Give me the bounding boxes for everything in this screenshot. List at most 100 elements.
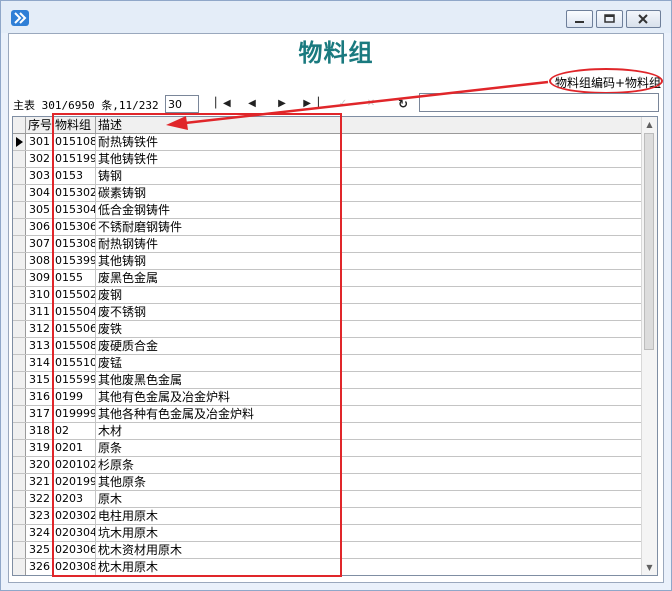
code-cell[interactable]: 015199 — [53, 151, 96, 167]
row-indicator[interactable] — [13, 253, 26, 269]
table-row[interactable]: 317 019999 其他各种有色金属及冶金炉料 — [13, 406, 643, 423]
row-indicator[interactable] — [13, 559, 26, 575]
code-cell[interactable]: 015302 — [53, 185, 96, 201]
row-indicator[interactable] — [13, 372, 26, 388]
desc-cell[interactable]: 耐热钢铸件 — [96, 236, 341, 252]
column-header-code[interactable]: 物料组 — [53, 117, 96, 133]
table-row[interactable]: 309 0155 废黑色金属 — [13, 270, 643, 287]
cancel-edit-button[interactable]: ✕ — [363, 97, 379, 111]
desc-cell[interactable]: 原木 — [96, 491, 341, 507]
desc-cell[interactable]: 木材 — [96, 423, 341, 439]
code-cell[interactable]: 020302 — [53, 508, 96, 524]
column-header-desc[interactable]: 描述 — [96, 117, 341, 133]
table-row[interactable]: 316 0199 其他有色金属及冶金炉料 — [13, 389, 643, 406]
desc-cell[interactable]: 废不锈钢 — [96, 304, 341, 320]
table-row[interactable]: 301 015108 耐热铸铁件 — [13, 134, 643, 151]
desc-cell[interactable]: 铸钢 — [96, 168, 341, 184]
vertical-scrollbar[interactable]: ▲ ▼ — [641, 117, 657, 575]
desc-cell[interactable]: 废硬质合金 — [96, 338, 341, 354]
seq-cell[interactable]: 302 — [26, 151, 53, 167]
code-cell[interactable]: 015502 — [53, 287, 96, 303]
scroll-up-button[interactable]: ▲ — [642, 117, 657, 132]
code-cell[interactable]: 020308 — [53, 559, 96, 575]
first-record-button[interactable]: ▏◀ — [215, 97, 231, 111]
desc-cell[interactable]: 废铁 — [96, 321, 341, 337]
table-row[interactable]: 323 020302 电柱用原木 — [13, 508, 643, 525]
seq-cell[interactable]: 323 — [26, 508, 53, 524]
code-cell[interactable]: 0153 — [53, 168, 96, 184]
code-cell[interactable]: 015506 — [53, 321, 96, 337]
code-cell[interactable]: 015108 — [53, 134, 96, 150]
seq-cell[interactable]: 317 — [26, 406, 53, 422]
desc-cell[interactable]: 低合金钢铸件 — [96, 202, 341, 218]
column-header-seq[interactable]: 序号 — [26, 117, 53, 133]
row-indicator[interactable] — [13, 474, 26, 490]
row-indicator[interactable] — [13, 338, 26, 354]
desc-cell[interactable]: 碳素铸钢 — [96, 185, 341, 201]
row-indicator[interactable] — [13, 304, 26, 320]
code-cell[interactable]: 0201 — [53, 440, 96, 456]
table-row[interactable]: 322 0203 原木 — [13, 491, 643, 508]
code-cell[interactable]: 015308 — [53, 236, 96, 252]
seq-cell[interactable]: 307 — [26, 236, 53, 252]
desc-cell[interactable]: 废黑色金属 — [96, 270, 341, 286]
table-row[interactable]: 321 020199 其他原条 — [13, 474, 643, 491]
refresh-button[interactable]: ↻ — [395, 97, 411, 111]
code-cell[interactable]: 0155 — [53, 270, 96, 286]
row-indicator[interactable] — [13, 202, 26, 218]
code-cell[interactable]: 020304 — [53, 525, 96, 541]
row-indicator[interactable] — [13, 236, 26, 252]
row-indicator[interactable] — [13, 525, 26, 541]
desc-cell[interactable]: 其他原条 — [96, 474, 341, 490]
seq-cell[interactable]: 310 — [26, 287, 53, 303]
code-cell[interactable]: 0203 — [53, 491, 96, 507]
table-row[interactable]: 325 020306 枕木资材用原木 — [13, 542, 643, 559]
scroll-thumb[interactable] — [644, 133, 654, 350]
desc-cell[interactable]: 废锰 — [96, 355, 341, 371]
table-row[interactable]: 320 020102 杉原条 — [13, 457, 643, 474]
table-row[interactable]: 312 015506 废铁 — [13, 321, 643, 338]
table-row[interactable]: 315 015599 其他废黑色金属 — [13, 372, 643, 389]
seq-cell[interactable]: 308 — [26, 253, 53, 269]
table-row[interactable]: 318 02 木材 — [13, 423, 643, 440]
seq-cell[interactable]: 325 — [26, 542, 53, 558]
row-indicator[interactable] — [13, 491, 26, 507]
table-row[interactable]: 310 015502 废钢 — [13, 287, 643, 304]
row-indicator[interactable] — [13, 406, 26, 422]
table-row[interactable]: 308 015399 其他铸钢 — [13, 253, 643, 270]
code-cell[interactable]: 02 — [53, 423, 96, 439]
seq-cell[interactable]: 303 — [26, 168, 53, 184]
desc-cell[interactable]: 不锈耐磨钢铸件 — [96, 219, 341, 235]
row-indicator[interactable] — [13, 440, 26, 456]
desc-cell[interactable]: 其他有色金属及冶金炉料 — [96, 389, 341, 405]
table-row[interactable]: 314 015510 废锰 — [13, 355, 643, 372]
seq-cell[interactable]: 319 — [26, 440, 53, 456]
seq-cell[interactable]: 320 — [26, 457, 53, 473]
desc-cell[interactable]: 其他各种有色金属及冶金炉料 — [96, 406, 341, 422]
desc-cell[interactable]: 枕木用原木 — [96, 559, 341, 575]
table-row[interactable]: 313 015508 废硬质合金 — [13, 338, 643, 355]
desc-cell[interactable]: 原条 — [96, 440, 341, 456]
seq-cell[interactable]: 321 — [26, 474, 53, 490]
desc-cell[interactable]: 坑木用原木 — [96, 525, 341, 541]
desc-cell[interactable]: 电柱用原木 — [96, 508, 341, 524]
row-indicator[interactable] — [13, 185, 26, 201]
maximize-button[interactable] — [596, 10, 623, 28]
seq-cell[interactable]: 322 — [26, 491, 53, 507]
table-row[interactable]: 311 015504 废不锈钢 — [13, 304, 643, 321]
close-button[interactable] — [626, 10, 661, 28]
seq-cell[interactable]: 309 — [26, 270, 53, 286]
seq-cell[interactable]: 315 — [26, 372, 53, 388]
row-indicator[interactable] — [13, 389, 26, 405]
table-row[interactable]: 304 015302 碳素铸钢 — [13, 185, 643, 202]
seq-cell[interactable]: 318 — [26, 423, 53, 439]
code-cell[interactable]: 015510 — [53, 355, 96, 371]
row-indicator[interactable] — [13, 508, 26, 524]
code-cell[interactable]: 015599 — [53, 372, 96, 388]
desc-cell[interactable]: 耐热铸铁件 — [96, 134, 341, 150]
minimize-button[interactable] — [566, 10, 593, 28]
seq-cell[interactable]: 316 — [26, 389, 53, 405]
desc-cell[interactable]: 废钢 — [96, 287, 341, 303]
code-cell[interactable]: 020306 — [53, 542, 96, 558]
scroll-down-button[interactable]: ▼ — [642, 560, 657, 575]
